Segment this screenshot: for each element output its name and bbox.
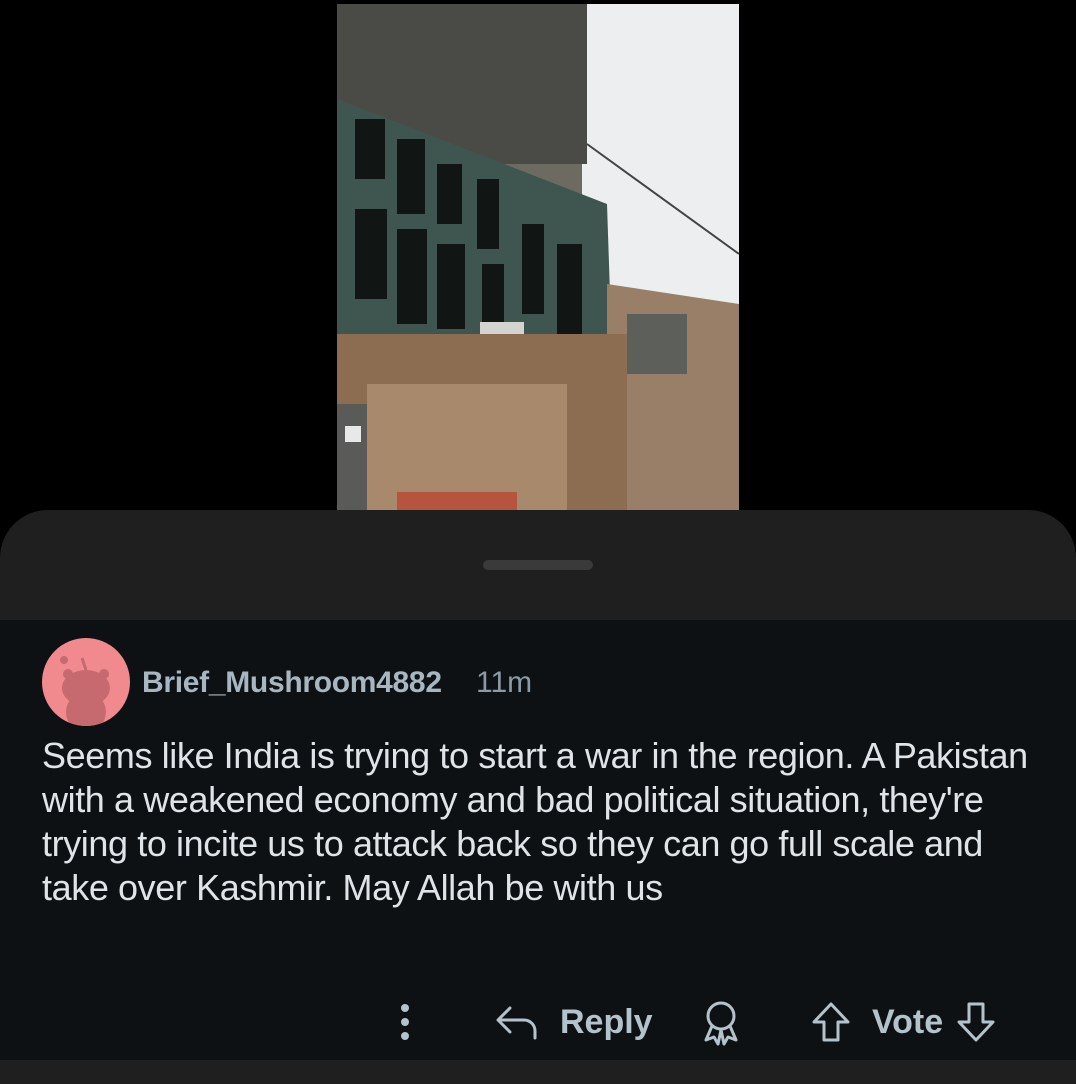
reply-arrow-icon: [494, 1002, 540, 1042]
comment-body: Seems like India is trying to start a wa…: [42, 735, 1028, 908]
comment-timestamp: 11m: [476, 666, 533, 699]
award-icon: [700, 998, 742, 1046]
sheet-drag-handle[interactable]: [483, 560, 593, 570]
comment-sheet: Brief_Mushroom4882 11m Seems like India …: [0, 510, 1076, 1084]
upvote-arrow-icon[interactable]: [810, 1000, 852, 1044]
vote-control: Vote: [810, 1000, 997, 1044]
damaged-building-image: [337, 4, 739, 510]
post-video[interactable]: [337, 4, 739, 510]
downvote-arrow-icon[interactable]: [955, 1000, 997, 1044]
more-vertical-icon: [401, 1004, 409, 1040]
more-options-button[interactable]: [392, 1000, 418, 1044]
comment: Brief_Mushroom4882 11m Seems like India …: [0, 620, 1076, 1060]
comment-author[interactable]: Brief_Mushroom4882: [142, 666, 442, 700]
snoo-avatar-icon: [60, 656, 110, 726]
vote-label: Vote: [872, 1002, 944, 1041]
comment-actions: Reply Vote: [0, 990, 1076, 1060]
award-button[interactable]: [700, 998, 742, 1046]
reply-label: Reply: [560, 1002, 653, 1041]
avatar[interactable]: [42, 638, 130, 726]
reply-button[interactable]: Reply: [494, 1002, 653, 1042]
